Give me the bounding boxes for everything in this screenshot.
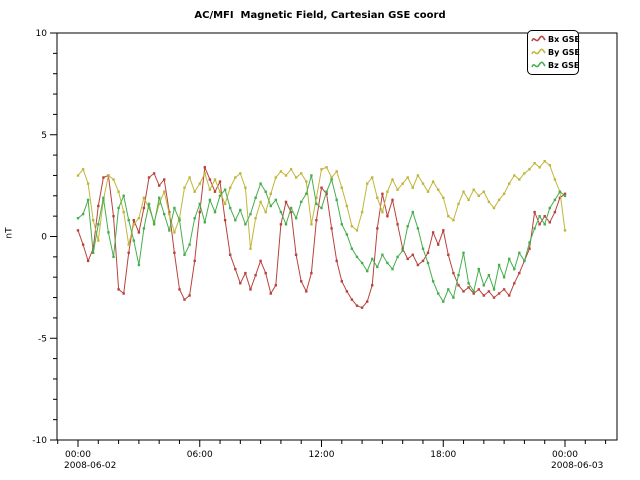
x-date-label: 2008-06-03	[551, 461, 603, 471]
x-tick-label: 00:00	[552, 450, 578, 460]
series-bz-gse	[77, 174, 566, 302]
bz-line-sample-icon	[531, 61, 546, 70]
legend-label-by: By GSE	[548, 48, 580, 57]
bx-line-sample-icon	[531, 35, 546, 44]
plot-frame	[57, 33, 617, 440]
y-tick-label: 10	[36, 29, 48, 39]
x-tick-label: 00:00	[65, 450, 91, 460]
legend-item-bz: Bz GSE	[531, 59, 576, 72]
x-date-label: 2008-06-02	[64, 461, 116, 471]
plot-window: AC/MFI Magnetic Field, Cartesian GSE coo…	[0, 0, 640, 480]
series-markers-by-gse	[77, 160, 566, 250]
series-markers-bz-gse	[77, 174, 566, 302]
x-axis-ticks	[58, 440, 606, 447]
by-line-sample-icon	[531, 48, 546, 57]
series-by-gse	[77, 160, 566, 250]
legend-label-bz: Bz GSE	[548, 61, 579, 70]
legend-item-by: By GSE	[531, 46, 576, 59]
x-tick-label: 18:00	[430, 450, 456, 460]
y-tick-label: -5	[38, 334, 47, 344]
legend-item-bx: Bx GSE	[531, 33, 576, 46]
y-axis-label: nT	[5, 227, 15, 238]
y-tick-label: 5	[41, 131, 47, 141]
series-line-by-gse	[78, 161, 565, 249]
y-tick-label: 0	[41, 233, 47, 243]
y-tick-label: -10	[32, 436, 47, 446]
series-line-bz-gse	[78, 175, 565, 301]
y-axis-ticks	[50, 33, 57, 440]
x-tick-label: 12:00	[309, 450, 335, 460]
legend: Bx GSE By GSE Bz GSE	[527, 30, 579, 75]
x-tick-label: 06:00	[187, 450, 213, 460]
legend-label-bx: Bx GSE	[548, 35, 580, 44]
